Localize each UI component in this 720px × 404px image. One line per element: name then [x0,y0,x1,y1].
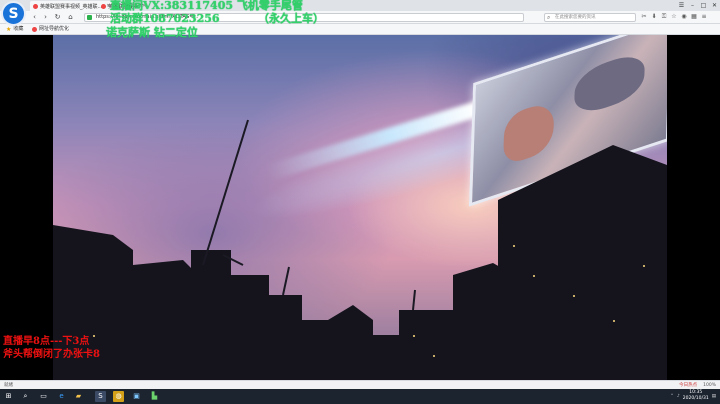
folder-icon[interactable]: ▰ [73,391,84,402]
tab-favicon-icon [101,3,106,9]
minimize-icon[interactable]: – [687,0,698,11]
hot-news-link[interactable]: 今日热点 [679,382,697,388]
extension-icon[interactable]: ✂ [640,13,648,21]
back-icon[interactable]: ‹ [30,13,39,22]
clock[interactable]: 10:35 2020/10/31 [683,390,709,402]
browser-logo-icon[interactable]: S [1,1,26,26]
city-skyline [53,119,667,380]
bookmark-favorites[interactable]: ★ 收藏 [6,26,23,33]
window-controls: ☰ – □ ✕ [676,0,720,11]
more-icon[interactable]: ≡ [700,13,708,21]
overlay-rank-line: 诺克萨斯 钻二定位 [106,26,198,39]
status-text: 就绪 [4,383,13,388]
status-bar: 就绪 今日热点 100% [0,380,720,389]
refresh-icon[interactable]: ↻ [53,13,62,22]
browser-taskbar-icon[interactable]: S [95,391,106,402]
taskbar: ⊞ ⌕ ▭ e ▰ S ◍ ▣ ▙ ⌃ ♪ 10:35 2020/10/31 ▤ [0,389,720,404]
tab-favicon-icon [33,3,38,9]
bookmark-favicon-icon [32,27,37,32]
user-icon[interactable]: ◉ [680,13,688,21]
tab-strip: S 英雄联盟赛事视频_英雄联... ✕ 英雄联盟赛事 ✕ + ☰ – □ ✕ [0,0,720,26]
grid-icon[interactable]: ▦ [690,13,698,21]
video-area [0,35,720,380]
tab-label: 英雄联盟赛事视频_英雄联... [40,3,103,10]
task-view-icon[interactable]: ▭ [38,391,49,402]
key-icon[interactable]: ⚿ [660,13,668,21]
app-taskbar-icon[interactable]: ◍ [113,391,124,402]
maximize-icon[interactable]: □ [698,0,709,11]
toolbar-icons: ✂ ⬇ ⚿ ☆ ◉ ▦ ≡ [640,13,708,21]
search-icon[interactable]: ⌕ [20,391,31,402]
obs-taskbar-icon[interactable]: ▣ [131,391,142,402]
star-icon[interactable]: ☆ [670,13,678,21]
video-player[interactable] [53,35,667,380]
zoom-level[interactable]: 100% [703,383,716,388]
app2-taskbar-icon[interactable]: ▙ [149,391,160,402]
search-input[interactable]: ⌕ 在此搜索您要的资讯 [544,13,636,22]
search-icon: ⌕ [547,14,551,21]
bookmark-label: 收藏 [13,26,24,32]
notifications-icon[interactable]: ▤ [712,394,716,399]
bookmark-nav[interactable]: 网址导航优化 [32,26,69,33]
windows-start-icon[interactable]: ⊞ [3,391,14,402]
edge-icon[interactable]: e [56,391,67,402]
overlay-group-suffix: （永久上车） [258,12,324,25]
bookmark-label: 网址导航优化 [39,26,70,32]
screen: S 英雄联盟赛事视频_英雄联... ✕ 英雄联盟赛事 ✕ + ☰ – □ ✕ ‹… [0,0,720,404]
bookmark-star-icon: ★ [6,26,12,33]
system-tray: ⌃ ♪ 10:35 2020/10/31 ▤ [670,390,716,402]
home-icon[interactable]: ⌂ [66,13,75,22]
menu-icon[interactable]: ☰ [676,0,687,11]
address-toolbar: ‹ › ↻ ⌂ https://lol.qq.com/main.shtml?AD… [0,11,720,24]
status-right: 今日热点 100% [679,382,716,389]
secure-shield-icon [87,15,92,20]
tray-volume-icon[interactable]: ♪ [677,394,680,399]
clock-date: 2020/10/31 [682,396,709,401]
overlay-promo-line: 斧头帮倒闭了办张卡8 [3,349,100,360]
close-window-icon[interactable]: ✕ [709,0,720,11]
forward-icon[interactable]: › [41,13,50,22]
tray-network-icon[interactable]: ⌃ [670,394,674,399]
download-icon[interactable]: ⬇ [650,13,658,21]
search-placeholder: 在此搜索您要的资讯 [555,15,596,20]
